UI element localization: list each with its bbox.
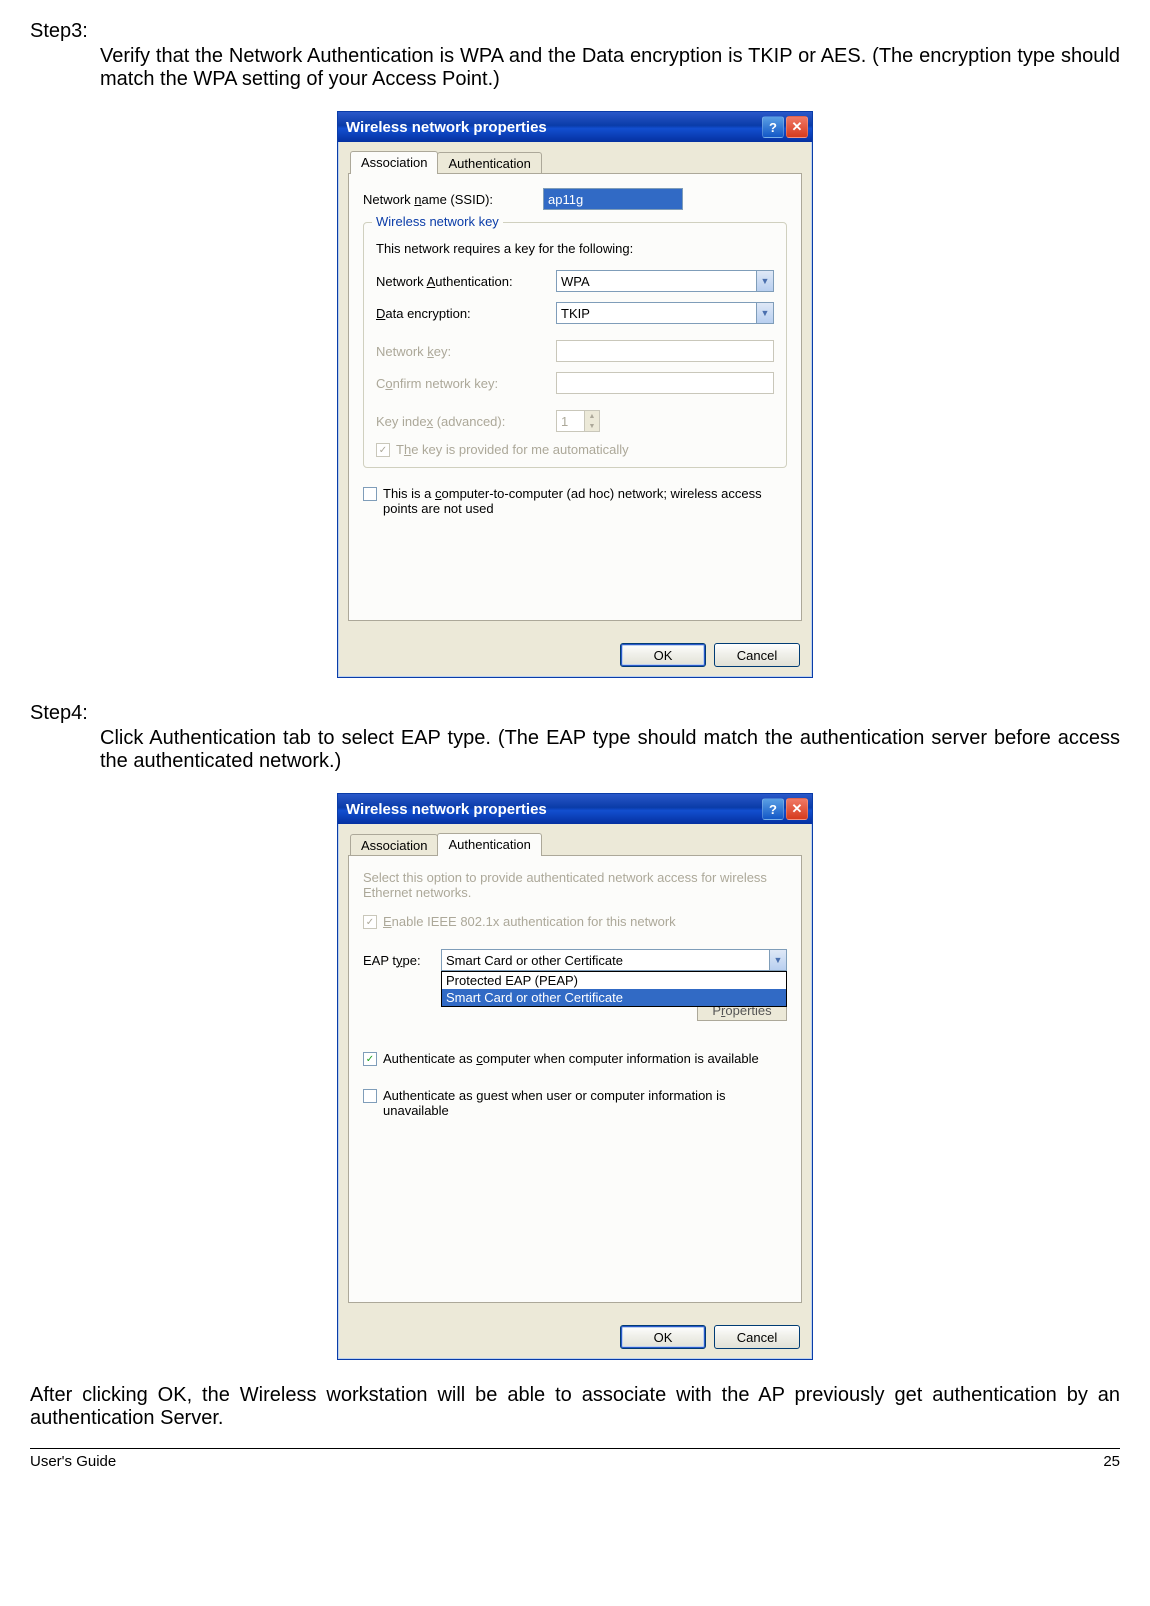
eap-type-label: EAP type:: [363, 953, 433, 968]
enable-8021x-row: ✓ Enable IEEE 802.1x authentication for …: [363, 914, 787, 929]
chevron-down-icon: ▼: [769, 949, 787, 971]
auto-key-checkbox-row: ✓ The key is provided for me automatical…: [376, 442, 774, 457]
data-encryption-value: TKIP: [556, 302, 756, 324]
data-encryption-label: Data encryption:: [376, 306, 556, 321]
eap-type-select[interactable]: Smart Card or other Certificate ▼: [441, 949, 787, 971]
cancel-button[interactable]: Cancel: [714, 1325, 800, 1349]
ok-button[interactable]: OK: [620, 1325, 706, 1349]
auth-as-computer-row[interactable]: ✓ Authenticate as computer when computer…: [363, 1051, 787, 1066]
arrow-up-icon: ▲: [585, 411, 599, 421]
network-key-label: Network key:: [376, 344, 556, 359]
enable-8021x-checkbox: ✓: [363, 915, 377, 929]
ssid-label: Network name (SSID):: [363, 192, 543, 207]
adhoc-checkbox[interactable]: [363, 487, 377, 501]
footer-left: User's Guide: [30, 1453, 116, 1470]
tab-authentication[interactable]: Authentication: [437, 152, 541, 174]
confirm-key-input: [556, 372, 774, 394]
chevron-down-icon: ▼: [756, 270, 774, 292]
close-button[interactable]: ✕: [786, 116, 808, 138]
step4-text: Click Authentication tab to select EAP t…: [100, 727, 1120, 773]
tab-authentication[interactable]: Authentication: [437, 833, 541, 856]
key-index-value: 1: [556, 410, 584, 432]
step3-text: Verify that the Network Authentication i…: [100, 45, 1120, 91]
dialog-wireless-properties-auth: Wireless network properties ? ✕ Associat…: [337, 793, 813, 1360]
wireless-key-fieldset: Wireless network key This network requir…: [363, 222, 787, 468]
auto-key-checkbox: ✓: [376, 443, 390, 457]
confirm-key-label: Confirm network key:: [376, 376, 556, 391]
eap-option-peap[interactable]: Protected EAP (PEAP): [442, 972, 786, 989]
help-button[interactable]: ?: [762, 116, 784, 138]
requires-key-text: This network requires a key for the foll…: [376, 241, 774, 256]
adhoc-checkbox-row[interactable]: This is a computer-to-computer (ad hoc) …: [363, 486, 787, 516]
auth-as-computer-checkbox[interactable]: ✓: [363, 1052, 377, 1066]
ok-button[interactable]: OK: [620, 643, 706, 667]
step4-heading: Step4:: [30, 702, 1120, 725]
network-auth-select[interactable]: WPA ▼: [556, 270, 774, 292]
dialog-wireless-properties-assoc: Wireless network properties ? ✕ Associat…: [337, 111, 813, 678]
chevron-down-icon: ▼: [756, 302, 774, 324]
cancel-button[interactable]: Cancel: [714, 643, 800, 667]
data-encryption-select[interactable]: TKIP ▼: [556, 302, 774, 324]
dialog-title: Wireless network properties: [346, 119, 547, 136]
eap-type-dropdown[interactable]: Protected EAP (PEAP) Smart Card or other…: [441, 971, 787, 1007]
auth-as-guest-checkbox[interactable]: [363, 1089, 377, 1103]
network-key-input: [556, 340, 774, 362]
ssid-input[interactable]: ap11g: [543, 188, 683, 210]
titlebar: Wireless network properties ? ✕: [338, 112, 812, 142]
key-index-label: Key index (advanced):: [376, 414, 556, 429]
fieldset-legend: Wireless network key: [372, 214, 503, 229]
titlebar: Wireless network properties ? ✕: [338, 794, 812, 824]
dialog-title: Wireless network properties: [346, 801, 547, 818]
network-auth-value: WPA: [556, 270, 756, 292]
page-number: 25: [1103, 1453, 1120, 1470]
auth-as-computer-label: Authenticate as computer when computer i…: [383, 1051, 759, 1066]
tab-association[interactable]: Association: [350, 834, 438, 856]
tab-association[interactable]: Association: [350, 151, 438, 174]
eap-option-smartcard[interactable]: Smart Card or other Certificate: [442, 989, 786, 1006]
auth-info-text: Select this option to provide authentica…: [363, 870, 787, 900]
close-button[interactable]: ✕: [786, 798, 808, 820]
auth-as-guest-row[interactable]: Authenticate as guest when user or compu…: [363, 1088, 787, 1118]
help-button[interactable]: ?: [762, 798, 784, 820]
adhoc-label: This is a computer-to-computer (ad hoc) …: [383, 486, 787, 516]
key-index-spinner: 1 ▲▼: [556, 410, 600, 432]
auth-as-guest-label: Authenticate as guest when user or compu…: [383, 1088, 787, 1118]
step3-heading: Step3:: [30, 20, 1120, 43]
outro-text: After clicking OK, the Wireless workstat…: [30, 1384, 1120, 1430]
arrow-down-icon: ▼: [585, 421, 599, 431]
eap-type-value: Smart Card or other Certificate: [441, 949, 769, 971]
network-auth-label: Network Authentication:: [376, 274, 556, 289]
